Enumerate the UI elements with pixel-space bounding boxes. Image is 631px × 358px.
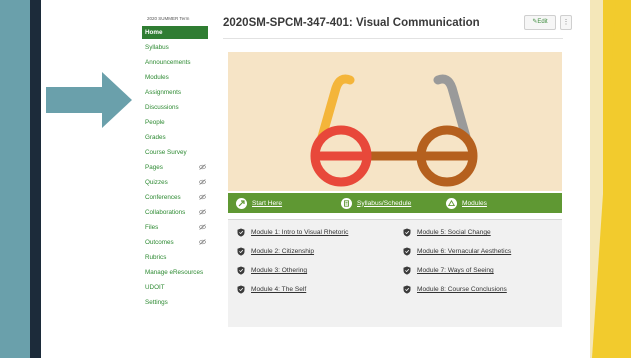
right-arrow-icon — [46, 72, 132, 128]
modules-label: Modules — [462, 199, 487, 207]
nav-item-label: Manage eResources — [145, 269, 204, 276]
nav-item-label: Assignments — [145, 89, 182, 96]
module-link-right-2[interactable]: Module 6: Vernacular Aesthetics — [403, 247, 511, 256]
hidden-eye-icon — [199, 179, 206, 185]
module-link-left-2[interactable]: Module 2: Citizenship — [237, 247, 314, 256]
nav-item-people[interactable]: People — [142, 116, 208, 129]
module-link-label: Module 2: Citizenship — [251, 248, 315, 255]
nav-item-label: Modules — [145, 74, 169, 81]
nav-item-label: People — [145, 119, 165, 126]
slide-teal-band — [0, 0, 30, 358]
course-banner-image — [228, 52, 562, 191]
nav-item-manage-eresources[interactable]: Manage eResources — [142, 266, 208, 279]
module-link-label: Module 6: Vernacular Aesthetics — [417, 248, 512, 255]
nav-item-label: Rubrics — [145, 254, 167, 261]
nav-item-files[interactable]: Files — [142, 221, 208, 234]
shield-check-icon — [403, 285, 411, 294]
arrow-circle-icon — [236, 197, 247, 209]
modules-list: Module 1: Intro to Visual Rhetoric Module… — [228, 219, 562, 327]
title-divider — [223, 38, 563, 39]
nav-item-home[interactable]: Home — [142, 26, 208, 39]
nav-item-label: Outcomes — [145, 239, 174, 246]
course-navigation: 2020 SUMMER Term Home Syllabus Announcemen… — [139, 0, 211, 358]
module-link-label: Module 4: The Self — [251, 286, 307, 293]
shield-check-icon — [237, 228, 245, 237]
start-here-link[interactable]: Start Here — [236, 193, 282, 213]
hidden-eye-icon — [199, 209, 206, 215]
document-icon — [341, 197, 352, 209]
syllabus-schedule-link[interactable]: Syllabus/Schedule — [341, 193, 411, 213]
shield-check-icon — [403, 247, 411, 256]
slide-heading-line1: Course — [44, 28, 109, 50]
recycle-icon — [446, 197, 457, 209]
nav-item-label: Quizzes — [145, 179, 168, 186]
shield-check-icon — [237, 285, 245, 294]
module-link-left-1[interactable]: Module 1: Intro to Visual Rhetoric — [237, 228, 348, 237]
module-link-label: Module 8: Course Conclusions — [417, 286, 507, 293]
module-link-right-3[interactable]: Module 7: Ways of Seeing — [403, 266, 494, 275]
slide-heading: Course Aesthetics — [44, 28, 140, 74]
shield-check-icon — [237, 266, 245, 275]
hidden-eye-icon — [199, 239, 206, 245]
nav-item-label: UDOIT — [145, 284, 165, 291]
term-label: 2020 SUMMER Term — [147, 16, 190, 21]
modules-link[interactable]: Modules — [446, 193, 487, 213]
nav-item-discussions[interactable]: Discussions — [142, 101, 208, 114]
nav-item-udoit[interactable]: UDOIT — [142, 281, 208, 294]
nav-item-modules[interactable]: Modules — [142, 71, 208, 84]
syllabus-schedule-label: Syllabus/Schedule — [357, 199, 412, 207]
nav-item-conferences[interactable]: Conferences — [142, 191, 208, 204]
module-link-right-4[interactable]: Module 8: Course Conclusions — [403, 285, 507, 294]
nav-item-collaborations[interactable]: Collaborations — [142, 206, 208, 219]
glasses-illustration — [310, 74, 478, 187]
nav-item-pages[interactable]: Pages — [142, 161, 208, 174]
module-link-label: Module 1: Intro to Visual Rhetoric — [251, 229, 349, 236]
more-options-button[interactable]: ⋮ — [560, 15, 572, 30]
nav-item-syllabus[interactable]: Syllabus — [142, 41, 208, 54]
module-link-label: Module 3: Othering — [251, 267, 308, 274]
page-title: 2020SM-SPCM-347-401: Visual Communicatio… — [223, 17, 480, 29]
hidden-eye-icon — [199, 194, 206, 200]
module-link-label: Module 7: Ways of Seeing — [417, 267, 494, 274]
hidden-eye-icon — [199, 164, 206, 170]
module-link-right-1[interactable]: Module 5: Social Change — [403, 228, 491, 237]
canvas-course-screenshot: 2020 SUMMER Term Home Syllabus Announcemen… — [139, 0, 590, 358]
nav-item-label: Settings — [145, 299, 168, 306]
quick-links-bar: Start Here Syllabus/Schedule Modules — [228, 193, 562, 213]
start-here-label: Start Here — [252, 199, 283, 207]
nav-item-label: Conferences — [145, 194, 181, 201]
nav-item-label: Discussions — [145, 104, 179, 111]
nav-item-assignments[interactable]: Assignments — [142, 86, 208, 99]
slide-navy-band — [30, 0, 41, 358]
nav-item-label: Collaborations — [145, 209, 186, 216]
nav-item-label: Announcements — [145, 59, 191, 66]
nav-item-label: Files — [145, 224, 159, 231]
nav-item-announcements[interactable]: Announcements — [142, 56, 208, 69]
nav-item-rubrics[interactable]: Rubrics — [142, 251, 208, 264]
hidden-eye-icon — [199, 224, 206, 230]
module-link-left-4[interactable]: Module 4: The Self — [237, 285, 306, 294]
shield-check-icon — [403, 228, 411, 237]
nav-item-label: Syllabus — [145, 44, 169, 51]
shield-check-icon — [237, 247, 245, 256]
nav-item-label: Course Survey — [145, 149, 187, 156]
slide-heading-line2: Aesthetics — [44, 51, 137, 73]
nav-item-label: Home — [145, 29, 163, 36]
nav-item-grades[interactable]: Grades — [142, 131, 208, 144]
module-link-label: Module 5: Social Change — [417, 229, 491, 236]
nav-item-settings[interactable]: Settings — [142, 296, 208, 309]
nav-item-quizzes[interactable]: Quizzes — [142, 176, 208, 189]
module-link-left-3[interactable]: Module 3: Othering — [237, 266, 307, 275]
nav-item-outcomes[interactable]: Outcomes — [142, 236, 208, 249]
nav-item-label: Pages — [145, 164, 163, 171]
nav-item-label: Grades — [145, 134, 166, 141]
shield-check-icon — [403, 266, 411, 275]
nav-item-course-survey[interactable]: Course Survey — [142, 146, 208, 159]
slide-yellow-peak — [592, 0, 631, 358]
edit-button[interactable]: ✎Edit — [524, 15, 556, 30]
